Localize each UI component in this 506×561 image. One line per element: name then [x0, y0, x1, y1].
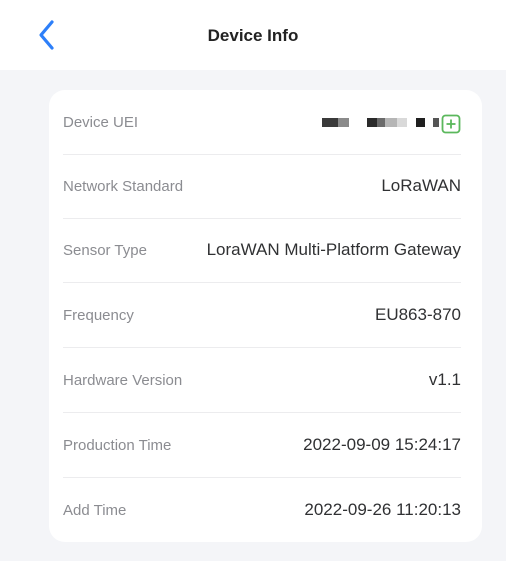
device-info-card: Device UEI Network Standard LoRaWAN Sens…	[49, 90, 482, 542]
device-uei-label: Device UEI	[63, 113, 139, 131]
network-standard-label: Network Standard	[63, 177, 184, 195]
production-time-value: 2022-09-09 15:24:17	[303, 435, 461, 454]
add-square-icon[interactable]	[441, 114, 461, 134]
sensor-type-label: Sensor Type	[63, 241, 147, 259]
hardware-version-value: v1.1	[428, 370, 461, 389]
add-time-label: Add Time	[63, 501, 127, 519]
row-add-time: Add Time 2022-09-26 11:20:13	[63, 478, 461, 542]
add-time-value: 2022-09-26 11:20:13	[304, 500, 461, 519]
hardware-version-label: Hardware Version	[63, 371, 183, 389]
row-sensor-type: Sensor Type LoraWAN Multi-Platform Gatew…	[63, 218, 461, 283]
row-hardware-version: Hardware Version v1.1	[63, 348, 461, 413]
page-title: Device Info	[207, 26, 299, 45]
row-device-uei: Device UEI	[63, 90, 461, 155]
frequency-value: EU863-870	[374, 305, 461, 324]
network-standard-value: LoRaWAN	[381, 176, 461, 195]
production-time-label: Production Time	[63, 436, 172, 454]
row-production-time: Production Time 2022-09-09 15:24:17	[63, 413, 461, 478]
frequency-label: Frequency	[63, 306, 134, 324]
sensor-type-value: LoraWAN Multi-Platform Gateway	[206, 240, 461, 259]
row-frequency: Frequency EU863-870	[63, 283, 461, 348]
header-bar: Device Info	[0, 0, 506, 70]
device-uei-value	[322, 110, 461, 134]
redacted-uei	[322, 117, 439, 127]
row-network-standard: Network Standard LoRaWAN	[63, 154, 461, 219]
